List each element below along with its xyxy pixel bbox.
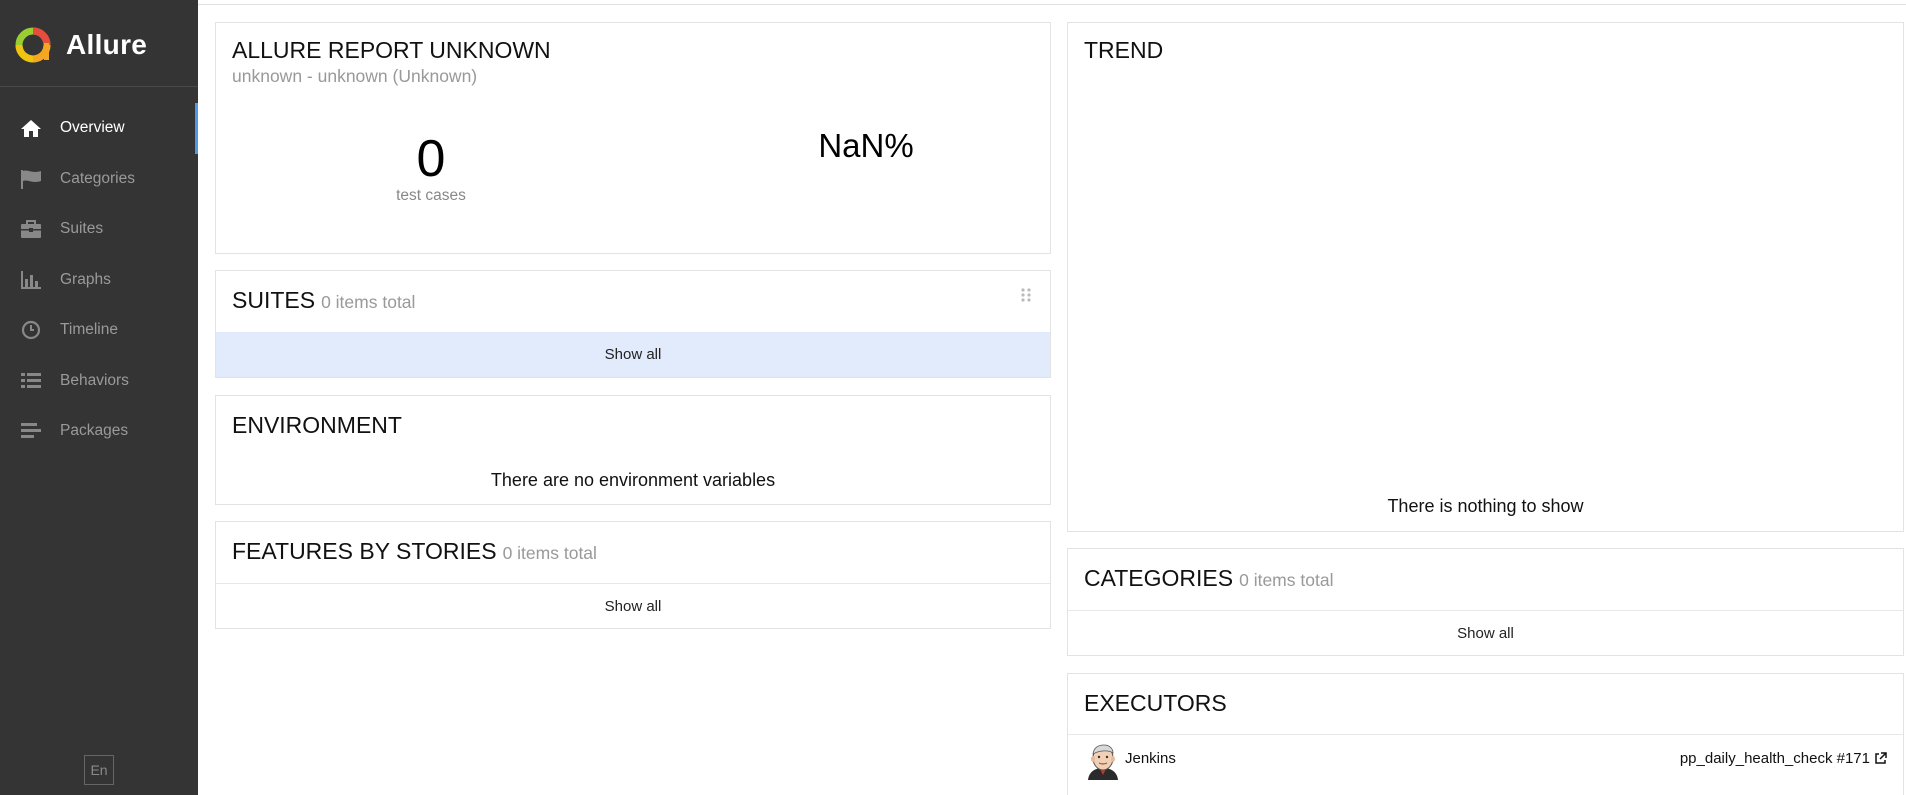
summary-widget: ALLURE REPORT UNKNOWN unknown - unknown … <box>215 22 1051 254</box>
flag-icon <box>20 169 42 189</box>
sidebar-item-categories[interactable]: Categories <box>0 154 198 205</box>
sidebar-nav: Overview Categories Suites Graphs Timeli… <box>0 103 198 457</box>
features-show-all-button[interactable]: Show all <box>216 583 1050 628</box>
suites-title: SUITES <box>232 287 316 313</box>
executor-build-label: pp_daily_health_check #171 <box>1679 750 1870 767</box>
environment-widget: ENVIRONMENT There are no environment var… <box>215 395 1051 505</box>
home-icon <box>20 118 42 138</box>
sidebar-item-label: Packages <box>60 422 129 440</box>
executor-row[interactable]: Jenkins pp_daily_health_check #171 <box>1068 734 1903 789</box>
brand-name: Allure <box>66 29 148 60</box>
trend-empty-message: There is nothing to show <box>1387 496 1584 516</box>
jenkins-avatar-icon <box>1088 744 1118 780</box>
executors-widget: EXECUTORS Jenkins pp_daily_health_check … <box>1067 673 1904 795</box>
test-count: 0 <box>416 130 446 188</box>
features-count: 0 items total <box>502 543 597 563</box>
report-subtitle: unknown - unknown (Unknown) <box>232 66 478 86</box>
sidebar-item-label: Behaviors <box>60 371 129 389</box>
categories-show-all-button[interactable]: Show all <box>1068 610 1903 655</box>
test-count-label: test cases <box>396 187 466 204</box>
trend-title: TREND <box>1084 37 1164 63</box>
suites-widget: SUITES 0 items total Show all <box>215 270 1051 378</box>
features-title: FEATURES BY STORIES <box>232 538 497 564</box>
clock-icon <box>20 320 42 340</box>
sidebar-item-label: Graphs <box>60 270 111 288</box>
sidebar-item-label: Overview <box>60 119 125 137</box>
sidebar: Allure Overview Categories Suites Graphs <box>0 0 198 795</box>
sidebar-item-overview[interactable]: Overview <box>0 103 198 154</box>
briefcase-icon <box>20 219 42 239</box>
categories-title: CATEGORIES <box>1084 565 1234 591</box>
sidebar-item-suites[interactable]: Suites <box>0 204 198 255</box>
list-icon <box>20 371 42 391</box>
executor-build-link[interactable]: pp_daily_health_check #171 <box>1680 750 1887 767</box>
success-rate: NaN% <box>818 127 914 164</box>
executors-title: EXECUTORS <box>1084 690 1227 716</box>
language-button[interactable]: En <box>84 755 114 785</box>
report-title: ALLURE REPORT UNKNOWN <box>232 37 551 63</box>
drag-handle-icon[interactable] <box>1020 287 1032 303</box>
sidebar-item-behaviors[interactable]: Behaviors <box>0 356 198 407</box>
brand[interactable]: Allure <box>0 4 198 87</box>
sidebar-item-graphs[interactable]: Graphs <box>0 255 198 306</box>
categories-count: 0 items total <box>1239 570 1334 590</box>
environment-title: ENVIRONMENT <box>232 412 402 438</box>
sidebar-item-label: Categories <box>60 169 135 187</box>
environment-empty-message: There are no environment variables <box>490 470 776 490</box>
top-divider <box>198 4 1906 5</box>
suites-count: 0 items total <box>321 292 416 312</box>
external-link-icon <box>1875 752 1887 764</box>
sidebar-item-label: Suites <box>60 220 104 238</box>
allure-logo-icon <box>15 27 51 63</box>
executor-name: Jenkins <box>1125 750 1176 767</box>
suites-show-all-button[interactable]: Show all <box>216 332 1050 377</box>
bar-chart-icon <box>20 270 42 290</box>
sidebar-item-label: Timeline <box>60 321 118 339</box>
align-left-icon <box>20 421 42 441</box>
features-widget: FEATURES BY STORIES 0 items total Show a… <box>215 521 1051 629</box>
categories-widget: CATEGORIES 0 items total Show all <box>1067 548 1904 656</box>
trend-widget: TREND There is nothing to show <box>1067 22 1904 532</box>
sidebar-item-packages[interactable]: Packages <box>0 406 198 457</box>
sidebar-item-timeline[interactable]: Timeline <box>0 305 198 356</box>
